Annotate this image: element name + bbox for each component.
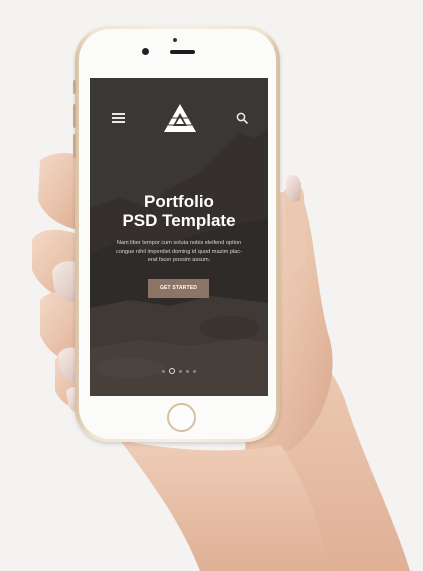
pagination-dot[interactable] <box>193 369 196 373</box>
pagination-dot[interactable] <box>186 369 189 373</box>
front-camera <box>142 48 149 55</box>
phone-screen: Portfolio PSD Template Nam liber tempor … <box>90 78 268 396</box>
home-button[interactable] <box>167 403 196 432</box>
triangle-logo[interactable] <box>163 103 197 133</box>
pagination-dot[interactable] <box>162 369 165 373</box>
hero-description: Nam liber tempor cum soluta nobis eleife… <box>108 239 250 265</box>
proximity-sensor <box>173 38 177 42</box>
mockup-stage: Portfolio PSD Template Nam liber tempor … <box>0 0 423 571</box>
volume-down-button <box>73 134 76 158</box>
mute-switch <box>73 80 76 94</box>
pagination-dot[interactable] <box>169 368 175 374</box>
hero-title: Portfolio PSD Template <box>90 192 268 230</box>
earpiece-speaker <box>170 50 195 54</box>
volume-up-button <box>73 104 76 128</box>
get-started-button[interactable]: GET STARTED <box>148 279 209 298</box>
pagination-dot[interactable] <box>179 369 182 373</box>
hero-description-line3: erat facer possim assum. <box>147 257 211 264</box>
slider-pagination <box>162 368 200 374</box>
hero-title-line1: Portfolio <box>144 192 214 211</box>
hero-description-line1: Nam liber tempor cum soluta nobis eleife… <box>116 240 242 246</box>
hero-title-line2: PSD Template <box>122 211 236 230</box>
hero-description-line2: congue nihil imperdiet doming id quod ma… <box>116 248 242 255</box>
hamburger-menu-icon[interactable] <box>112 113 125 123</box>
search-icon[interactable] <box>236 112 248 124</box>
